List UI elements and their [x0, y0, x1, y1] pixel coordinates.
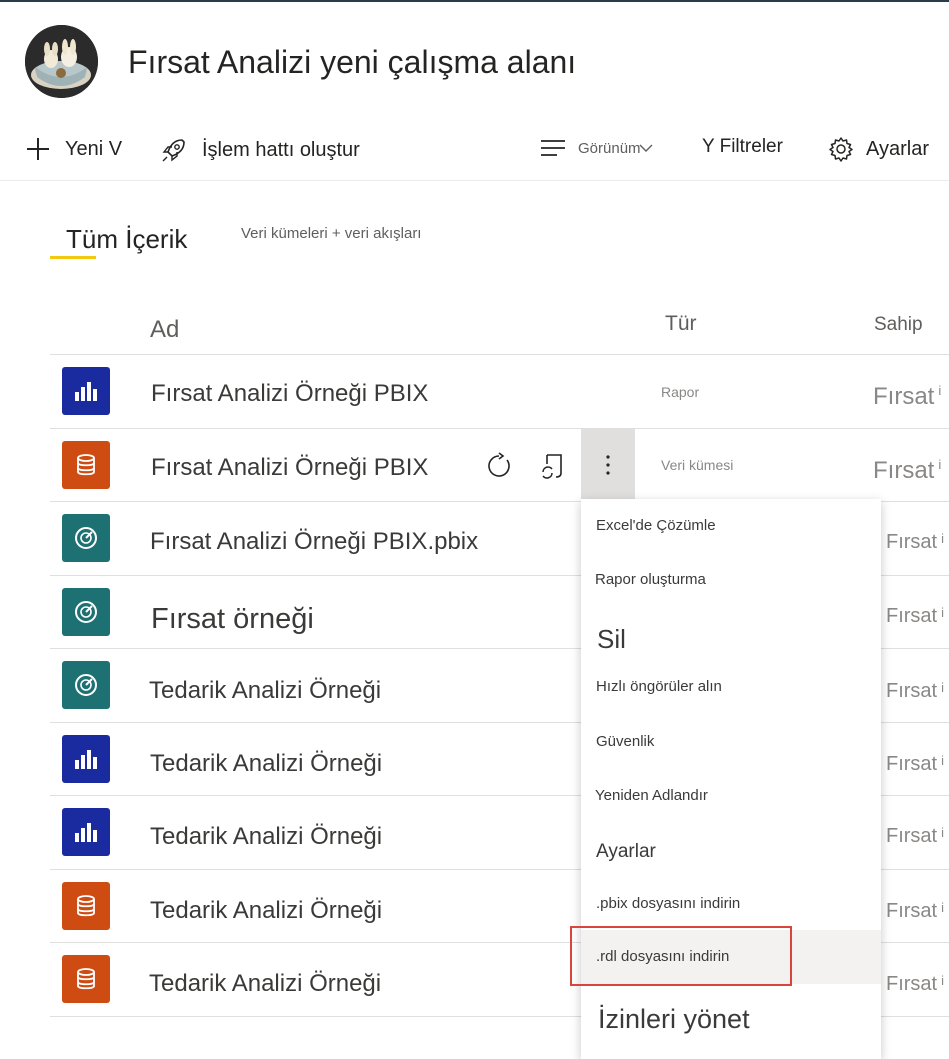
schedule-refresh-icon — [542, 454, 562, 479]
row-item-name[interactable]: Tedarik Analizi Örneği — [150, 897, 382, 925]
row-item-owner: Fırsat i — [873, 457, 942, 484]
column-header-type[interactable]: Tür — [665, 312, 697, 336]
dashboard-icon[interactable] — [62, 514, 110, 562]
row-item-name[interactable]: Tedarik Analizi Örneği — [150, 823, 382, 851]
row-item-name[interactable]: Tedarik Analizi Örneği — [149, 970, 381, 998]
tab-all-content[interactable]: Tüm İçerik — [66, 224, 187, 255]
view-label: Görünüm — [578, 139, 641, 157]
menu-item-rename[interactable]: Yeniden Adlandır — [595, 787, 708, 804]
filters-label: Y Filtreler — [702, 136, 783, 157]
create-pipeline-button[interactable]: İşlem hattı oluştur — [160, 136, 360, 164]
column-header-name[interactable]: Ad — [150, 316, 179, 344]
dashboard-icon[interactable] — [62, 588, 110, 636]
rocket-icon — [162, 139, 185, 162]
info-icon: i — [941, 973, 945, 988]
report-icon[interactable] — [62, 735, 110, 783]
row-item-owner: Fırsat i — [886, 900, 945, 922]
info-icon: i — [941, 753, 945, 768]
toolbar-divider — [0, 180, 949, 181]
row-item-name[interactable]: Fırsat Analizi Örneği PBIX — [151, 380, 428, 408]
new-button[interactable]: Yeni V — [25, 136, 122, 162]
workspace-avatar-image — [25, 25, 98, 98]
more-vertical-icon — [606, 455, 610, 475]
menu-item-security[interactable]: Güvenlik — [596, 733, 654, 750]
menu-item-manage-permissions[interactable]: İzinleri yönet — [598, 1004, 750, 1035]
chevron-down-icon — [639, 144, 653, 152]
row-item-owner: Fırsat i — [886, 753, 945, 775]
refresh-icon — [488, 452, 510, 477]
info-icon: i — [941, 825, 945, 840]
menu-item-create-report[interactable]: Rapor oluşturma — [595, 571, 706, 588]
row-item-name[interactable]: Fırsat örneği — [151, 603, 314, 636]
menu-item-delete[interactable]: Sil — [597, 624, 626, 655]
row-item-owner: Fırsat i — [873, 383, 942, 410]
settings-button[interactable]: Ayarlar — [828, 136, 929, 162]
more-options-button[interactable] — [581, 429, 635, 501]
info-icon: i — [941, 680, 945, 695]
info-icon: i — [938, 457, 942, 472]
view-dropdown[interactable]: Görünüm — [540, 138, 653, 158]
gear-icon — [829, 137, 853, 162]
row-divider — [50, 428, 949, 429]
tab-datasets-dataflows[interactable]: Veri kümeleri + veri akışları — [241, 225, 421, 242]
row-item-owner: Fırsat i — [886, 680, 945, 702]
plus-icon — [27, 138, 49, 160]
row-item-owner: Fırsat i — [886, 825, 945, 847]
row-item-name[interactable]: Fırsat Analizi Örneği PBIX.pbix — [150, 528, 478, 556]
row-item-name[interactable]: Tedarik Analizi Örneği — [149, 677, 381, 705]
workspace-title: Fırsat Analizi yeni çalışma alanı — [128, 44, 577, 80]
highlight-box — [570, 926, 792, 986]
menu-item-analyze-in-excel[interactable]: Excel'de Çözümle — [596, 517, 716, 534]
workspace-avatar — [25, 25, 98, 98]
create-pipeline-label: İşlem hattı oluştur — [202, 138, 360, 161]
refresh-button[interactable] — [484, 451, 514, 481]
column-header-owner[interactable]: Sahip — [874, 314, 923, 336]
settings-label: Ayarlar — [866, 137, 929, 160]
menu-item-quick-insights[interactable]: Hızlı öngörüler alın — [596, 678, 722, 695]
top-border — [0, 0, 949, 2]
row-item-owner: Fırsat i — [886, 973, 945, 995]
row-item-name[interactable]: Tedarik Analizi Örneği — [150, 750, 382, 778]
dataset-icon[interactable] — [62, 441, 110, 489]
info-icon: i — [941, 900, 945, 915]
row-item-owner: Fırsat i — [886, 605, 945, 627]
dataset-icon[interactable] — [62, 882, 110, 930]
row-item-type: Rapor — [661, 384, 700, 400]
dashboard-icon[interactable] — [62, 661, 110, 709]
active-tab-indicator — [50, 256, 96, 259]
filters-button[interactable]: Y Filtreler — [702, 136, 783, 158]
report-icon[interactable] — [62, 808, 110, 856]
row-item-name[interactable]: Fırsat Analizi Örneği PBIX — [151, 454, 428, 482]
schedule-refresh-button[interactable] — [538, 451, 568, 481]
report-icon[interactable] — [62, 367, 110, 415]
info-icon: i — [941, 605, 945, 620]
info-icon: i — [941, 531, 945, 546]
row-divider — [50, 354, 949, 355]
dataset-icon[interactable] — [62, 955, 110, 1003]
view-lines-icon — [541, 140, 565, 156]
row-item-type: Veri kümesi — [661, 457, 734, 473]
info-icon: i — [938, 383, 942, 398]
row-item-owner: Fırsat i — [886, 531, 945, 553]
new-button-label: Yeni V — [65, 137, 123, 160]
menu-item-settings[interactable]: Ayarlar — [596, 841, 656, 863]
menu-item-download-pbix[interactable]: .pbix dosyasını indirin — [596, 895, 740, 912]
